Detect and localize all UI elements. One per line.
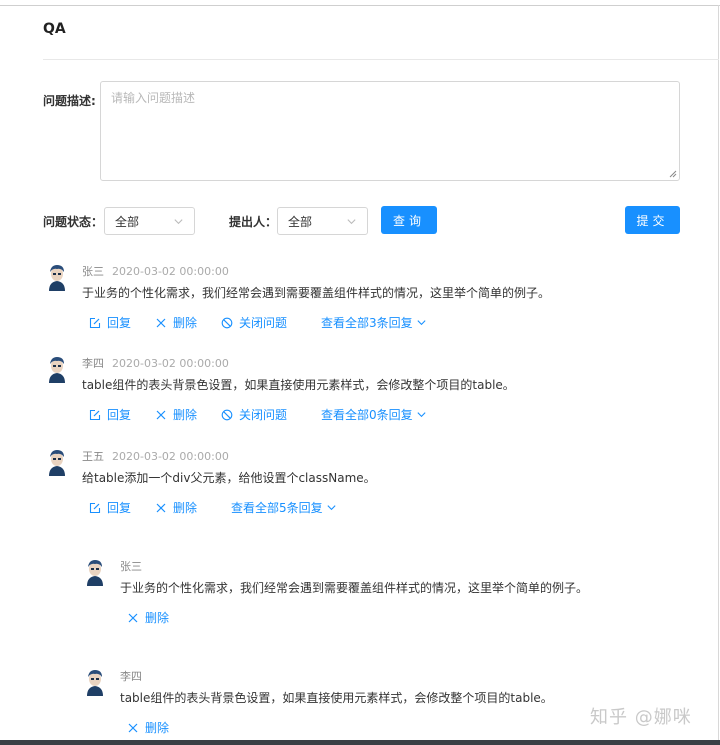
chevron-down-icon [417, 320, 426, 326]
view-replies-button[interactable]: 查看全部0条回复 [321, 406, 427, 423]
ban-icon [221, 317, 233, 328]
reply-content: 于业务的个性化需求，我们经常会遇到需要覆盖组件样式的情况，这里举个简单的例子。 [120, 581, 589, 595]
submit-button[interactable]: 提交 [625, 206, 680, 234]
proposer-select-value: 全部 [288, 214, 313, 229]
reply-1-meta: 张三 [120, 558, 150, 574]
avatar [45, 448, 69, 476]
close-icon [156, 410, 166, 419]
avatar [83, 558, 107, 586]
delete-button[interactable]: 删除 [155, 499, 197, 516]
chevron-down-icon [174, 218, 183, 224]
close-icon [128, 723, 138, 732]
delete-button[interactable]: 删除 [155, 314, 197, 331]
delete-label: 删除 [145, 611, 170, 625]
desc-textarea-wrapper [100, 81, 680, 181]
edit-icon [89, 409, 101, 420]
question-content: 于业务的个性化需求，我们经常会遇到需要覆盖组件样式的情况，这里举个简单的例子。 [82, 286, 551, 300]
reply-delete-button[interactable]: 删除 [127, 609, 169, 626]
question-1-meta: 张三 2020-03-02 00:00:00 [82, 263, 229, 279]
avatar [45, 263, 69, 291]
reply-label: 回复 [107, 316, 132, 330]
close-question-button[interactable]: 关闭问题 [221, 406, 287, 423]
reply-author: 李四 [120, 670, 142, 683]
chevron-down-icon [327, 505, 336, 511]
question-time: 2020-03-02 00:00:00 [112, 265, 229, 278]
reply-author: 张三 [120, 560, 142, 573]
question-author: 李四 [82, 357, 104, 370]
question-content: 给table添加一个div父元素，给他设置个className。 [82, 471, 376, 485]
question-time: 2020-03-02 00:00:00 [112, 357, 229, 370]
view-replies-button[interactable]: 查看全部5条回复 [231, 499, 337, 516]
view-replies-label: 查看全部3条回复 [321, 316, 413, 330]
desc-label: 问题描述: [43, 94, 96, 108]
view-replies-button[interactable]: 查看全部3条回复 [321, 314, 427, 331]
watermark: 知乎 @娜咪 [590, 707, 692, 728]
close-question-label: 关闭问题 [239, 316, 288, 330]
question-3-meta: 王五 2020-03-02 00:00:00 [82, 448, 229, 464]
edit-icon [89, 502, 101, 513]
resize-handle-icon[interactable] [669, 170, 677, 178]
close-question-button[interactable]: 关闭问题 [221, 314, 287, 331]
question-content: table组件的表头背景色设置，如果直接使用元素样式，会修改整个项目的table… [82, 378, 515, 392]
reply-delete-button[interactable]: 删除 [127, 719, 169, 736]
close-question-label: 关闭问题 [239, 408, 288, 422]
reply-button[interactable]: 回复 [89, 499, 131, 516]
title-divider [43, 59, 719, 60]
proposer-select[interactable]: 全部 [277, 207, 368, 235]
reply-label: 回复 [107, 501, 132, 515]
delete-button[interactable]: 删除 [155, 406, 197, 423]
edit-icon [89, 317, 101, 328]
avatar [45, 355, 69, 383]
chevron-down-icon [347, 218, 356, 224]
avatar [83, 668, 107, 696]
right-border [718, 5, 719, 745]
delete-label: 删除 [173, 316, 198, 330]
reply-content: table组件的表头背景色设置，如果直接使用元素样式，会修改整个项目的table… [120, 691, 553, 705]
page-title: QA [43, 21, 66, 37]
view-replies-label: 查看全部0条回复 [321, 408, 413, 422]
delete-label: 删除 [173, 408, 198, 422]
delete-label: 删除 [145, 721, 170, 735]
reply-button[interactable]: 回复 [89, 406, 131, 423]
status-select[interactable]: 全部 [104, 207, 195, 235]
ban-icon [221, 409, 233, 420]
query-button[interactable]: 查询 [381, 206, 437, 234]
reply-label: 回复 [107, 408, 132, 422]
close-icon [156, 318, 166, 327]
question-2-meta: 李四 2020-03-02 00:00:00 [82, 355, 229, 371]
status-select-value: 全部 [115, 214, 140, 229]
top-border [0, 5, 720, 6]
question-author: 王五 [82, 450, 104, 463]
chevron-down-icon [417, 412, 426, 418]
delete-label: 删除 [173, 501, 198, 515]
question-time: 2020-03-02 00:00:00 [112, 450, 229, 463]
close-icon [128, 613, 138, 622]
reply-button[interactable]: 回复 [89, 314, 131, 331]
close-icon [156, 503, 166, 512]
reply-2-meta: 李四 [120, 668, 150, 684]
proposer-label: 提出人： [229, 215, 278, 229]
status-label: 问题状态： [43, 215, 104, 229]
bottom-bar [0, 740, 720, 745]
question-author: 张三 [82, 265, 104, 278]
view-replies-label: 查看全部5条回复 [231, 501, 323, 515]
desc-textarea[interactable] [101, 82, 679, 180]
